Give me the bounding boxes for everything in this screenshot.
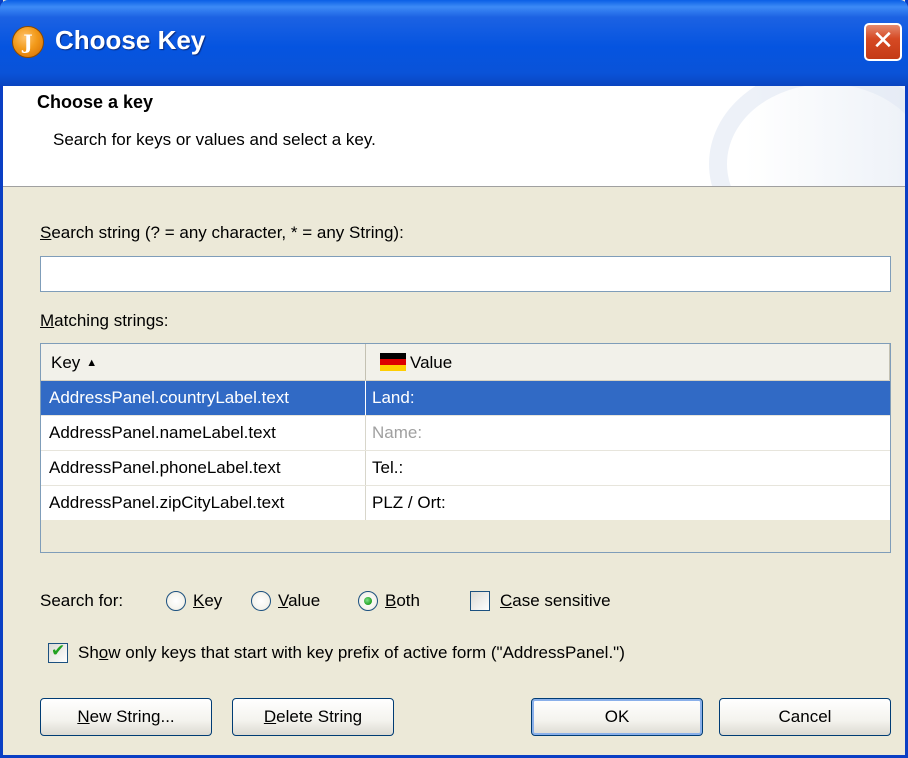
- radio-value-label[interactable]: Value: [278, 591, 320, 611]
- close-button[interactable]: ✕: [864, 23, 902, 61]
- label-text: ey: [204, 591, 223, 610]
- label-text: earch string (? = any character, * = any…: [51, 223, 404, 242]
- header-description: Search for keys or values and select a k…: [53, 130, 376, 149]
- table-row[interactable]: AddressPanel.nameLabel.text Name:: [41, 416, 890, 451]
- mnemonic: o: [98, 643, 109, 662]
- ok-button[interactable]: OK: [531, 698, 703, 736]
- mnemonic: S: [40, 223, 52, 242]
- table-row[interactable]: AddressPanel.zipCityLabel.text PLZ / Ort…: [41, 486, 890, 521]
- window-title: Choose Key: [55, 25, 206, 55]
- show-only-prefix-label[interactable]: Show only keys that start with key prefi…: [78, 643, 625, 663]
- search-input[interactable]: [40, 256, 891, 292]
- key-cell: AddressPanel.phoneLabel.text: [41, 451, 366, 485]
- mnemonic: C: [500, 591, 513, 610]
- radio-both[interactable]: [358, 591, 378, 611]
- matching-strings-table[interactable]: Key ▲ Value AddressPanel.countryLabel.tex…: [40, 343, 891, 553]
- title-bar[interactable]: J Choose Key ✕: [0, 0, 908, 86]
- mnemonic: M: [40, 311, 55, 330]
- cancel-button[interactable]: Cancel: [719, 698, 891, 736]
- matching-strings-label: Matching strings:: [40, 311, 169, 331]
- choose-key-dialog: J Choose Key ✕ Choose a key Search for k…: [0, 0, 908, 758]
- table-row[interactable]: AddressPanel.countryLabel.text Land:: [41, 381, 890, 416]
- key-cell: AddressPanel.zipCityLabel.text: [41, 486, 366, 520]
- table-header: Key ▲ Value: [41, 344, 890, 381]
- show-only-prefix-checkbox[interactable]: [48, 641, 68, 663]
- column-label: Value: [410, 353, 453, 372]
- header-title: Choose a key: [37, 92, 154, 112]
- table-empty-area: [41, 520, 890, 552]
- label-text: alue: [288, 591, 321, 610]
- label-text: atching strings:: [54, 311, 169, 330]
- column-label: Key: [51, 353, 81, 372]
- sort-ascending-icon: ▲: [86, 357, 98, 369]
- radio-key-label[interactable]: Key: [193, 591, 222, 611]
- radio-key[interactable]: [166, 591, 186, 611]
- label-text: oth: [396, 591, 420, 610]
- button-label: ew String...: [89, 707, 175, 726]
- mnemonic: V: [278, 591, 289, 610]
- dialog-header: Choose a key Search for keys or values a…: [3, 86, 905, 187]
- delete-string-button[interactable]: Delete String: [232, 698, 394, 736]
- table-row[interactable]: AddressPanel.phoneLabel.text Tel.:: [41, 451, 890, 486]
- header-decoration: [709, 86, 905, 186]
- value-cell: Land:: [372, 388, 415, 407]
- search-for-label: Search for:: [40, 591, 124, 610]
- mnemonic: K: [193, 591, 205, 610]
- value-cell: PLZ / Ort:: [372, 493, 446, 512]
- app-icon: J: [12, 26, 44, 58]
- search-string-label: Search string (? = any character, * = an…: [40, 223, 404, 243]
- label-text: ase sensitive: [512, 591, 611, 610]
- column-header-value[interactable]: Value: [366, 344, 890, 380]
- label-text: Sh: [78, 643, 99, 662]
- new-string-button[interactable]: New String...: [40, 698, 212, 736]
- label-text: w only keys that start with key prefix o…: [108, 643, 625, 662]
- key-cell: AddressPanel.countryLabel.text: [41, 381, 366, 415]
- value-cell: Tel.:: [372, 458, 404, 477]
- column-header-key[interactable]: Key ▲: [41, 344, 366, 380]
- radio-value[interactable]: [251, 591, 271, 611]
- case-sensitive-label[interactable]: Case sensitive: [500, 591, 611, 611]
- mnemonic: N: [77, 707, 90, 726]
- mnemonic: B: [385, 591, 397, 610]
- case-sensitive-checkbox[interactable]: [470, 591, 490, 611]
- key-cell: AddressPanel.nameLabel.text: [41, 416, 366, 450]
- radio-both-label[interactable]: Both: [385, 591, 420, 611]
- mnemonic: D: [263, 707, 277, 726]
- german-flag-icon: [380, 353, 406, 371]
- value-cell: Name:: [372, 423, 423, 442]
- close-icon: ✕: [872, 26, 894, 56]
- button-label: elete String: [276, 707, 363, 726]
